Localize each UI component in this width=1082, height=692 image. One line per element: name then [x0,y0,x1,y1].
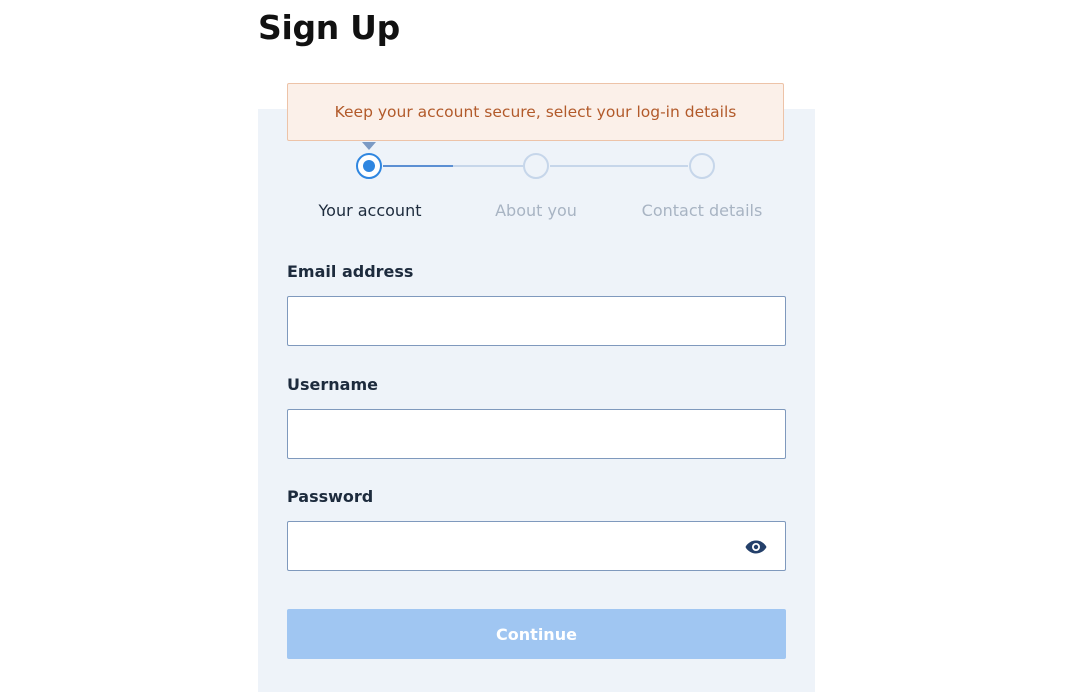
info-banner: Keep your account secure, select your lo… [287,83,784,141]
step-track-pending [453,165,523,167]
eye-icon[interactable] [745,539,767,554]
continue-button[interactable]: Continue [287,609,786,659]
banner-pointer [362,142,376,150]
password-label: Password [287,487,374,506]
email-field-wrapper [287,296,786,346]
signup-panel [258,109,815,692]
email-field[interactable] [288,297,785,345]
username-field-wrapper [287,409,786,459]
password-field-wrapper [287,521,786,571]
step-1-active-dot [363,160,375,172]
step-1-label: Your account [318,201,422,220]
step-track-pending [550,165,688,167]
page-title: Sign Up [258,8,401,47]
step-1-indicator[interactable] [356,153,382,179]
step-3-label: Contact details [641,201,763,220]
step-2-label: About you [495,201,577,220]
username-label: Username [287,375,378,394]
password-field[interactable] [288,522,785,570]
username-field[interactable] [288,410,785,458]
step-2-indicator[interactable] [523,153,549,179]
banner-message: Keep your account secure, select your lo… [334,103,737,121]
email-label: Email address [287,262,414,281]
step-track-completed [383,165,453,167]
step-3-indicator[interactable] [689,153,715,179]
